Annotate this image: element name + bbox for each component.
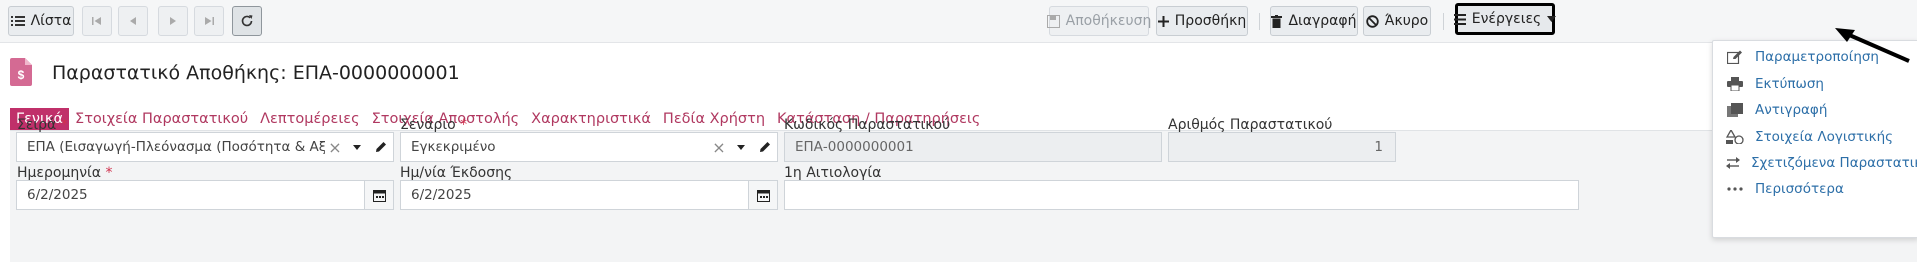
svg-text:$: $ (18, 68, 25, 82)
trash-icon (1271, 14, 1283, 28)
pencil-icon[interactable] (753, 133, 777, 161)
edit-icon (1725, 50, 1745, 64)
clear-icon[interactable]: × (325, 138, 345, 157)
issue-date-label: Ημ/νία Έκδοσης (400, 165, 513, 181)
cancel-label: Άκυρο (1384, 13, 1429, 29)
list-label: Λίστα (30, 13, 72, 29)
menu-item-print[interactable]: Εκτύπωση (1713, 70, 1917, 98)
page-title: Παραστατικό Αποθήκης: ΕΠΑ-0000000001 (52, 62, 460, 84)
doc-code-field: ΕΠΑ-0000000001 (784, 132, 1162, 162)
actions-menu: Παραμετροποίηση Εκτύπωση Αντιγραφή Στοιχ… (1712, 40, 1917, 238)
ban-icon (1366, 14, 1379, 28)
copy-icon (1725, 103, 1745, 117)
delete-label: Διαγραφή (1288, 13, 1357, 29)
first-icon (92, 16, 102, 26)
refresh-icon (240, 14, 254, 28)
clear-icon[interactable]: × (709, 138, 729, 157)
caret-down-icon (1547, 16, 1557, 22)
previous-record-button[interactable] (118, 6, 148, 36)
next-icon (169, 16, 177, 26)
actions-button[interactable]: Ενέργειες (1453, 3, 1557, 35)
previous-icon (129, 16, 137, 26)
doc-number-label: Αριθμός Παραστατικού (1168, 117, 1333, 133)
tab-user-fields[interactable]: Πεδία Χρήστη (657, 108, 771, 130)
last-icon (204, 16, 214, 26)
issue-date-field[interactable]: 6/2/2025 (400, 180, 778, 210)
doc-number-field: 1 (1168, 132, 1396, 162)
next-record-button[interactable] (158, 6, 188, 36)
save-icon (1046, 14, 1060, 28)
menu-item-related-documents[interactable]: Σχετιζόμενα Παραστατικά (1713, 149, 1917, 177)
toolbar: Λίστα Αποθήκευση Προσθήκη Διαγραφή Άκυρο… (0, 0, 1917, 43)
doc-number-value: 1 (1374, 139, 1383, 155)
save-button[interactable]: Αποθήκευση (1046, 6, 1152, 36)
scenario-value: Εγκεκριμένο (411, 139, 496, 155)
tab-characteristics[interactable]: Χαρακτηριστικά (525, 108, 657, 130)
menu-item-more[interactable]: Περισσότερα (1713, 175, 1917, 203)
caret-down-icon[interactable] (345, 133, 369, 161)
exchange-icon (1725, 156, 1741, 170)
series-label: Σειρά * (17, 117, 68, 133)
add-label: Προσθήκη (1174, 13, 1247, 29)
delete-button[interactable]: Διαγραφή (1270, 6, 1358, 36)
reason1-label: 1η Αιτιολογία (784, 165, 882, 181)
date-label: Ημερομηνία * (17, 165, 113, 181)
document-icon: $ (10, 58, 32, 90)
annotation-arrow-icon (1835, 28, 1913, 68)
accounting-icon (1725, 130, 1745, 144)
doc-code-label: Κωδικός Παραστατικού (784, 117, 951, 133)
toolbar-divider (1259, 13, 1260, 30)
issue-date-value: 6/2/2025 (411, 187, 472, 203)
required-mark: * (60, 117, 68, 133)
first-record-button[interactable] (82, 6, 112, 36)
last-record-button[interactable] (194, 6, 224, 36)
list-button[interactable]: Λίστα (8, 6, 74, 36)
list-icon (10, 15, 25, 27)
scenario-label: Σενάριο * (400, 117, 468, 133)
doc-code-value: ΕΠΑ-0000000001 (795, 139, 914, 155)
add-button[interactable]: Προσθήκη (1156, 6, 1248, 36)
required-mark: * (105, 165, 113, 181)
tab-details[interactable]: Λεπτομέρειες (254, 108, 365, 130)
menu-icon (1453, 13, 1466, 25)
print-icon (1725, 77, 1745, 91)
actions-label: Ενέργειες (1471, 11, 1542, 27)
caret-down-icon[interactable] (729, 133, 753, 161)
scenario-select[interactable]: Εγκεκριμένο × (400, 132, 778, 162)
date-field[interactable]: 6/2/2025 (16, 180, 394, 210)
series-select[interactable]: ΕΠΑ (Εισαγωγή-Πλεόνασμα (Ποσότητα & Αξία… (16, 132, 394, 162)
save-label: Αποθήκευση (1065, 13, 1152, 29)
refresh-button[interactable] (232, 6, 262, 36)
menu-item-accounting[interactable]: Στοιχεία Λογιστικής (1713, 123, 1917, 151)
toolbar-divider (1443, 13, 1444, 30)
date-value: 6/2/2025 (27, 187, 88, 203)
calendar-icon[interactable] (748, 181, 777, 209)
tab-document-details[interactable]: Στοιχεία Παραστατικού (69, 108, 254, 130)
series-value: ΕΠΑ (Εισαγωγή-Πλεόνασμα (Ποσότητα & Αξία… (27, 139, 325, 155)
menu-item-copy[interactable]: Αντιγραφή (1713, 96, 1917, 124)
plus-icon (1157, 15, 1169, 27)
required-mark: * (460, 117, 468, 133)
calendar-icon[interactable] (364, 181, 393, 209)
cancel-button[interactable]: Άκυρο (1363, 6, 1431, 36)
reason1-field[interactable] (784, 180, 1579, 210)
pencil-icon[interactable] (369, 133, 393, 161)
more-icon (1725, 187, 1745, 191)
